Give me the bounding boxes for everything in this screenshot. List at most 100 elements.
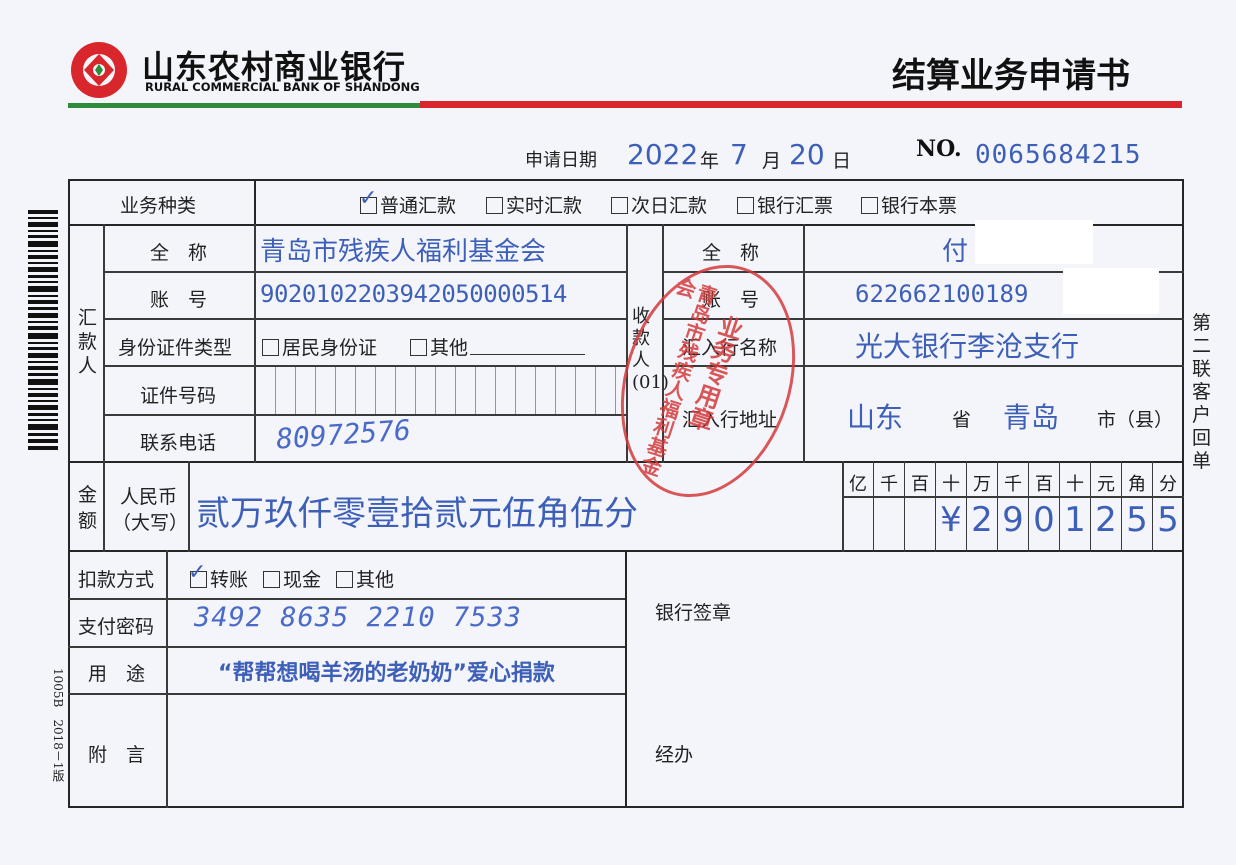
remitter-account-label: 账 号 (150, 289, 208, 311)
date-month: 7 (730, 138, 748, 171)
digit-header: 千 (1004, 474, 1022, 495)
digit-header: 元 (1097, 474, 1115, 495)
option-label: 实时汇款 (506, 195, 583, 217)
purpose-label: 用 途 (88, 663, 146, 685)
remitter-name-label: 全 称 (150, 242, 208, 264)
amount-label: 金额 (78, 484, 98, 532)
checkbox-checked[interactable]: ✓ (188, 560, 207, 588)
checkbox[interactable] (737, 197, 754, 214)
date-day: 20 (789, 138, 825, 171)
checkbox[interactable] (410, 339, 427, 356)
method-cash[interactable]: 现金 (263, 565, 321, 592)
digit-header: 十 (942, 474, 960, 495)
payee-account[interactable]: 622662100189 (855, 280, 1028, 308)
bank-logo-icon (71, 42, 127, 98)
amount-digit: ¥ (940, 500, 962, 540)
amount-digit: 0 (1033, 500, 1055, 540)
red-stripe (420, 101, 1182, 108)
id-type-label: 身份证件类型 (118, 337, 233, 359)
date-label: 申请日期 (525, 150, 597, 171)
year-unit: 年 (700, 150, 720, 172)
method-transfer[interactable]: ✓ 转账 (188, 560, 249, 592)
city-unit: 市（县） (1097, 409, 1174, 431)
serial-number: 0065684215 (975, 140, 1142, 170)
digit-header: 十 (1066, 474, 1084, 495)
id-type-resident[interactable]: 居民身份证 (262, 333, 377, 360)
date-year: 2022 (627, 138, 699, 171)
check-icon: ✓ (359, 186, 378, 211)
no-label: NO. (916, 136, 962, 162)
amount-digit: 2 (971, 500, 993, 540)
redaction-box (1063, 268, 1159, 314)
option-label: 现金 (283, 569, 322, 591)
business-type-label: 业务种类 (120, 195, 197, 217)
method-label: 扣款方式 (78, 569, 155, 591)
option-label: 普通汇款 (380, 195, 457, 217)
option-label: 居民身份证 (282, 337, 378, 359)
remittance-form: { "bank": { "name_cn": "山东农村商业银行", "name… (0, 0, 1236, 865)
amount-digit: 1 (1064, 500, 1086, 540)
checkbox[interactable] (861, 197, 878, 214)
id-number-cells[interactable] (256, 367, 626, 414)
day-unit: 日 (832, 150, 852, 172)
checkbox[interactable] (486, 197, 503, 214)
id-number-label: 证件号码 (140, 385, 217, 407)
province-unit: 省 (952, 409, 972, 431)
remark-label: 附 言 (88, 744, 146, 766)
option-cashier-check[interactable]: 银行本票 (861, 191, 957, 218)
digit-header: 亿 (849, 474, 867, 495)
option-label: 银行汇票 (757, 195, 834, 217)
remitter-account[interactable]: 902010220394205000051​4 (260, 280, 567, 308)
id-type-other[interactable]: 其他 (410, 333, 468, 360)
amount-digit: 2 (1095, 500, 1117, 540)
digit-header: 分 (1159, 474, 1177, 495)
id-other-underline (470, 354, 585, 355)
option-label: 银行本票 (881, 195, 958, 217)
option-bank-draft[interactable]: 银行汇票 (737, 191, 833, 218)
check-icon: ✓ (188, 560, 207, 585)
option-label: 次日汇款 (631, 195, 708, 217)
method-other[interactable]: 其他 (336, 565, 394, 592)
barcode-icon (28, 210, 58, 450)
checkbox-checked[interactable]: ✓ (359, 186, 377, 214)
remitter-section-label: 汇款人 (78, 307, 98, 377)
checkbox[interactable] (611, 197, 628, 214)
payee-name-label: 全 称 (702, 242, 760, 264)
option-realtime-remit[interactable]: 实时汇款 (486, 191, 582, 218)
digit-header: 万 (973, 474, 991, 495)
amount-digit: 5 (1126, 500, 1148, 540)
checkbox[interactable] (263, 571, 280, 588)
remitter-name[interactable]: 青岛市残疾人福利基金会 (260, 231, 546, 268)
green-stripe (68, 103, 420, 108)
purpose-text[interactable]: “帮帮想喝羊汤的老奶奶”爱心捐款 (218, 655, 555, 687)
doc-title: 结算业务申请书 (892, 56, 1130, 96)
checkbox[interactable] (262, 339, 279, 356)
amount-digit: 9 (1002, 500, 1024, 540)
amount-digit: 5 (1157, 500, 1179, 540)
digit-header: 角 (1128, 474, 1146, 495)
option-nextday-remit[interactable]: 次日汇款 (611, 191, 707, 218)
bank-name-en: RURAL COMMERCIAL BANK OF SHANDONG (145, 80, 420, 94)
handler-label: 经办 (655, 744, 694, 766)
amount-in-words[interactable]: 贰万玖仟零壹拾贰元伍角伍分 (196, 486, 638, 535)
payee-province[interactable]: 山东 (847, 396, 903, 436)
option-normal-remit[interactable]: ✓ 普通汇款 (359, 186, 457, 218)
payee-bank[interactable]: 光大银行李沧支行 (855, 325, 1079, 365)
remark-field[interactable] (168, 696, 624, 806)
redaction-box (975, 220, 1093, 264)
currency-label: 人民币 (120, 486, 178, 508)
option-label: 其他 (356, 569, 395, 591)
remitter-phone[interactable]: 80972576 (275, 413, 412, 455)
option-label: 其他 (430, 337, 469, 359)
payee-city[interactable]: 青岛 (1003, 396, 1059, 436)
payment-password[interactable]: 3492 8635 2210 7533 (194, 602, 522, 633)
option-label: 转账 (210, 569, 249, 591)
uppercase-label: （大写） (112, 512, 189, 534)
month-unit: 月 (762, 150, 782, 172)
checkbox[interactable] (336, 571, 353, 588)
payee-name[interactable]: 付 (942, 231, 968, 268)
digit-header: 百 (911, 474, 929, 495)
digit-header: 百 (1035, 474, 1053, 495)
digit-header: 千 (880, 474, 898, 495)
copy-label: 第二联 客户回单 (1192, 312, 1231, 472)
